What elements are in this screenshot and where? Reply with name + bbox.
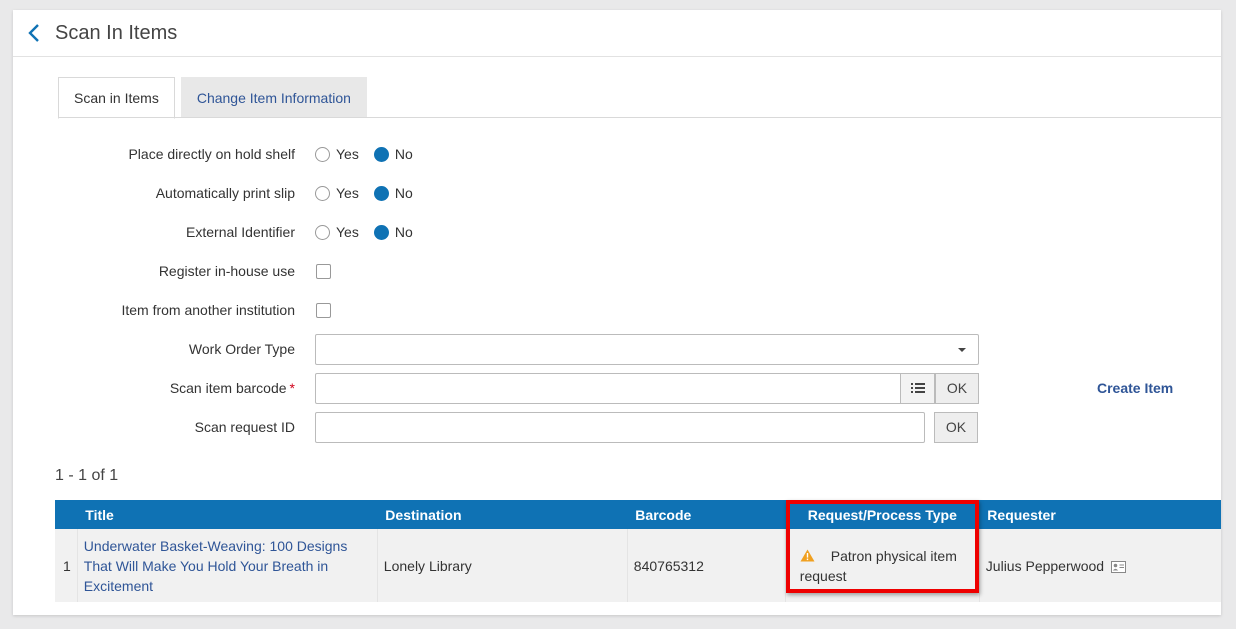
results-count: 1 - 1 of 1 (55, 467, 119, 484)
external-id-yes-radio[interactable]: Yes (315, 224, 359, 240)
barcode-ok-button[interactable]: OK (935, 372, 979, 404)
work-order-label: Work Order Type (188, 341, 295, 357)
table-header-row: Title Destination Barcode Request/Proces… (55, 500, 1221, 529)
print-slip-no-radio[interactable]: No (373, 185, 413, 201)
title-cell: Underwater Basket-Weaving: 100 Designs T… (77, 529, 378, 602)
radio-label: Yes (336, 224, 359, 240)
column-header-title[interactable]: Title (77, 500, 378, 529)
contact-card-icon[interactable] (1110, 560, 1126, 573)
radio-label: Yes (336, 146, 359, 162)
external-id-row: External Identifier Yes No (13, 217, 428, 247)
radio-on-icon (373, 185, 389, 201)
barcode-input-group: OK (315, 372, 979, 404)
print-slip-row: Automatically print slip Yes No (13, 178, 428, 208)
list-icon (910, 383, 925, 393)
dropdown-caret-icon (958, 347, 966, 352)
external-id-radio-group: Yes No (315, 224, 428, 240)
hold-shelf-no-radio[interactable]: No (373, 146, 413, 162)
barcode-input[interactable] (315, 372, 901, 404)
requester-name: Julius Pepperwood (985, 557, 1105, 574)
hold-shelf-label: Place directly on hold shelf (128, 146, 295, 162)
hold-shelf-yes-radio[interactable]: Yes (315, 146, 359, 162)
hold-shelf-row: Place directly on hold shelf Yes No (13, 139, 428, 169)
request-id-input[interactable] (315, 411, 925, 443)
table-row: 1 Underwater Basket-Weaving: 100 Designs… (55, 529, 1221, 602)
print-slip-label: Automatically print slip (155, 185, 295, 201)
column-header-destination[interactable]: Destination (377, 500, 628, 529)
row-index: 1 (55, 529, 78, 602)
barcode-cell: 840765312 (627, 529, 786, 602)
work-order-select[interactable] (315, 333, 979, 365)
work-order-row: Work Order Type (13, 333, 979, 365)
request-id-label: Scan request ID (194, 419, 295, 435)
required-mark: * (289, 380, 295, 396)
index-header (55, 500, 78, 529)
back-chevron-icon (28, 24, 39, 42)
in-house-row: Register in-house use (13, 256, 331, 286)
back-button[interactable] (15, 14, 53, 52)
warning-icon (800, 549, 815, 561)
tab-bar: Scan in Items Change Item Information (58, 77, 367, 119)
barcode-list-button[interactable] (901, 372, 935, 404)
request-type-content: Patron physical item request (800, 546, 965, 586)
request-id-ok-button[interactable]: OK (934, 411, 978, 443)
destination-cell: Lonely Library (377, 529, 628, 602)
barcode-row: Scan item barcode * OK (13, 372, 979, 404)
column-header-requester[interactable]: Requester (979, 500, 1221, 529)
tab-change-item-information[interactable]: Change Item Information (180, 77, 367, 118)
page-title: Scan In Items (55, 21, 178, 44)
radio-label: No (394, 185, 413, 201)
in-house-label: Register in-house use (158, 263, 295, 279)
external-id-no-radio[interactable]: No (373, 224, 413, 240)
radio-label: No (394, 224, 413, 240)
request-type-text: Patron physical item request (799, 547, 957, 584)
scan-in-panel: Scan In Items Scan in Items Change Item … (13, 10, 1221, 615)
radio-label: No (394, 146, 413, 162)
radio-label: Yes (336, 185, 359, 201)
hold-shelf-radio-group: Yes No (315, 146, 428, 162)
tab-scan-in-items[interactable]: Scan in Items (58, 77, 175, 119)
page-header: Scan In Items (13, 10, 1221, 57)
another-institution-row: Item from another institution (13, 295, 331, 325)
radio-off-icon (315, 185, 330, 201)
print-slip-yes-radio[interactable]: Yes (315, 185, 359, 201)
another-institution-checkbox[interactable] (316, 302, 331, 318)
print-slip-radio-group: Yes No (315, 185, 428, 201)
radio-on-icon (373, 224, 389, 240)
title-link[interactable]: Underwater Basket-Weaving: 100 Designs T… (84, 538, 348, 594)
column-header-barcode[interactable]: Barcode (627, 500, 786, 529)
requester-cell: Julius Pepperwood (979, 529, 1221, 602)
external-id-label: External Identifier (186, 224, 295, 240)
radio-off-icon (315, 146, 330, 162)
request-id-row: Scan request ID OK (13, 411, 978, 443)
in-house-checkbox[interactable] (316, 263, 331, 279)
request-id-input-group: OK (315, 411, 978, 443)
tab-divider (58, 117, 1221, 118)
barcode-label-text: Scan item barcode (169, 380, 287, 396)
radio-off-icon (315, 224, 330, 240)
column-header-request-type[interactable]: Request/Process Type (785, 500, 980, 529)
create-item-link[interactable]: Create Item (1097, 380, 1173, 396)
barcode-label: Scan item barcode * (13, 380, 295, 396)
radio-on-icon (373, 146, 389, 162)
another-institution-label: Item from another institution (121, 302, 295, 318)
request-type-cell: Patron physical item request (785, 529, 980, 602)
results-table: Title Destination Barcode Request/Proces… (55, 500, 1221, 602)
